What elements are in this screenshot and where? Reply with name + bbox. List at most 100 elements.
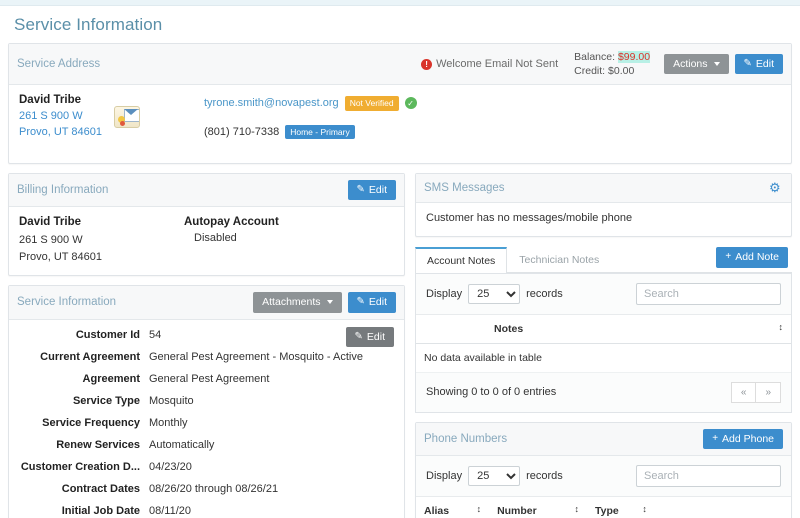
billing-edit-button[interactable]: ✎ Edit — [347, 179, 396, 201]
notes-display-label: Display — [426, 287, 463, 300]
add-note-label: Add Note — [735, 251, 779, 264]
service-address-panel-title: Service Address — [17, 58, 101, 71]
tab-account-notes[interactable]: Account Notes — [415, 246, 508, 273]
check-circle-icon: ✓ — [404, 97, 417, 110]
phones-col-number-label: Number — [497, 505, 537, 518]
detail-value: Mosquito — [149, 394, 194, 407]
attachments-dropdown-button[interactable]: Attachments — [253, 292, 342, 313]
mail-badge-red-icon — [119, 121, 125, 127]
detail-label: Agreement — [82, 372, 140, 385]
pencil-square-icon: ✎ — [356, 296, 365, 308]
chevron-down-icon — [326, 300, 333, 305]
phones-table: Alias ↕ Number ↕ Type ↕ — [416, 497, 791, 518]
sms-empty-message: Customer has no messages/mobile phone — [426, 211, 633, 224]
tab-technician-notes[interactable]: Technician Notes — [507, 247, 611, 273]
notes-empty-message: No data available in table — [416, 344, 791, 373]
detail-value: 04/23/20 — [149, 460, 192, 473]
balance-value: $99.00 — [617, 51, 651, 63]
service-information-panel-header: Service Information Attachments ✎ Edit — [9, 286, 404, 320]
notes-datatable: Display 25 records Search Notes ↕ No dat… — [415, 272, 792, 413]
phones-table-controls: Display 25 records — [416, 456, 791, 498]
left-column: Billing Information ✎ Edit David Tribe 2… — [8, 172, 405, 518]
phones-table-head: Alias ↕ Number ↕ Type ↕ — [416, 497, 791, 518]
sort-icon: ↕ — [642, 504, 647, 515]
detail-label: Initial Job Date — [61, 504, 140, 517]
customer-phone: (801) 710-7338 — [204, 125, 280, 138]
notes-search-input[interactable] — [636, 282, 781, 305]
notes-showing-info: Showing 0 to 0 of 0 entries — [426, 386, 557, 399]
address-text-block: David Tribe 261 S 900 W Provo, UT 84601 — [19, 94, 102, 141]
attachments-dropdown-label: Attachments — [262, 296, 321, 309]
service-information-edit-button[interactable]: ✎ Edit — [347, 292, 396, 313]
billing-panel-title: Billing Information — [17, 183, 109, 196]
add-phone-button[interactable]: + Add Phone — [703, 428, 783, 450]
detail-row: Current Agreement General Pest Agreement… — [19, 351, 394, 363]
phones-col-type-label: Type — [595, 505, 619, 518]
detail-row: Contract Dates 08/26/20 through 08/26/21 — [19, 483, 394, 495]
address-line-1[interactable]: 261 S 900 W — [19, 109, 102, 125]
service-address-edit-button[interactable]: ✎ Edit — [734, 53, 783, 75]
detail-row: Agreement General Pest Agreement — [19, 373, 394, 385]
detail-row: Customer Creation D... 04/23/20 — [19, 461, 394, 473]
credit-line: Credit: $0.00 — [574, 64, 650, 78]
address-line-2[interactable]: Provo, UT 84601 — [19, 125, 102, 141]
service-information-body: ✎ Edit Customer Id 54 Current Agreement … — [9, 320, 404, 518]
exclamation-circle-icon: ! — [421, 58, 433, 70]
service-detail-inline-edit-label: Edit — [366, 330, 385, 343]
notes-records-label: records — [526, 287, 563, 300]
notes-page-size-select[interactable]: 25 — [468, 283, 521, 304]
pencil-square-icon: ✎ — [356, 183, 365, 195]
notes-prev-page-button[interactable]: « — [730, 381, 757, 403]
notes-col-notes[interactable]: Notes ↕ — [486, 314, 791, 344]
detail-value: General Pest Agreement — [149, 372, 270, 385]
phones-search-input[interactable] — [636, 465, 781, 488]
right-column: SMS Messages ⚙ Customer has no messages/… — [415, 172, 792, 518]
phones-col-alias[interactable]: Alias ↕ — [416, 497, 490, 518]
detail-row: Service Frequency Monthly — [19, 417, 394, 429]
detail-value: 08/26/20 through 08/26/21 — [149, 482, 279, 495]
notes-next-page-button[interactable]: » — [756, 381, 781, 403]
service-address-edit-label: Edit — [755, 57, 774, 70]
phone-type-badge: Home - Primary — [285, 124, 355, 139]
pencil-square-icon: ✎ — [354, 330, 363, 342]
service-address-panel-header: Service Address ! Welcome Email Not Sent… — [9, 44, 791, 86]
billing-header-actions: ✎ Edit — [347, 179, 396, 201]
notes-table-head: Notes ↕ — [416, 314, 791, 344]
sms-panel-header: SMS Messages ⚙ — [416, 173, 791, 203]
welcome-email-status: ! Welcome Email Not Sent — [421, 58, 558, 70]
billing-customer-name: David Tribe — [19, 216, 81, 229]
service-information-header-actions: Attachments ✎ Edit — [253, 292, 396, 313]
phones-page-size-select[interactable]: 25 — [468, 466, 521, 487]
phones-col-number[interactable]: Number ↕ — [489, 497, 587, 518]
actions-dropdown-label: Actions — [673, 57, 708, 70]
autopay-label: Autopay Account — [184, 216, 279, 229]
balance-summary: Balance: $99.00 Credit: $0.00 — [574, 50, 651, 78]
customer-email[interactable]: tyrone.smith@novapest.org — [204, 97, 339, 109]
notes-tabs: Account Notes Technician Notes — [415, 246, 611, 273]
notes-section: Account Notes Technician Notes + Add Not… — [415, 246, 792, 413]
add-note-button[interactable]: + Add Note — [716, 247, 788, 268]
detail-label: Current Agreement — [40, 350, 140, 363]
phones-header-row: Alias ↕ Number ↕ Type ↕ — [416, 497, 791, 518]
sms-header-actions: ⚙ — [769, 181, 783, 195]
billing-information-panel: Billing Information ✎ Edit David Tribe 2… — [8, 172, 405, 277]
phones-col-alias-label: Alias — [424, 505, 450, 518]
notes-tabs-bar: Account Notes Technician Notes + Add Not… — [415, 246, 792, 273]
gear-icon[interactable]: ⚙ — [769, 181, 783, 195]
service-detail-inline-edit-button[interactable]: ✎ Edit — [345, 326, 394, 348]
detail-value: Monthly — [149, 416, 188, 429]
service-information-panel-title: Service Information — [17, 296, 117, 309]
phones-col-type[interactable]: Type ↕ — [587, 497, 655, 518]
billing-body: David Tribe 261 S 900 W Provo, UT 84601 … — [9, 207, 404, 275]
billing-address-line-1: 261 S 900 W — [19, 234, 83, 247]
balance-line: Balance: $99.00 — [574, 50, 651, 64]
welcome-email-status-text: Welcome Email Not Sent — [436, 58, 559, 71]
autopay-block: Autopay Account Disabled — [184, 216, 394, 265]
phones-col-actions — [654, 497, 791, 518]
mail-envelope-icon[interactable] — [113, 106, 140, 129]
actions-dropdown-button[interactable]: Actions — [664, 53, 729, 75]
service-address-block: David Tribe 261 S 900 W Provo, UT 84601 — [19, 94, 204, 141]
service-address-panel: Service Address ! Welcome Email Not Sent… — [8, 43, 792, 164]
billing-panel-header: Billing Information ✎ Edit — [9, 173, 404, 208]
customer-name: David Tribe — [19, 94, 81, 107]
